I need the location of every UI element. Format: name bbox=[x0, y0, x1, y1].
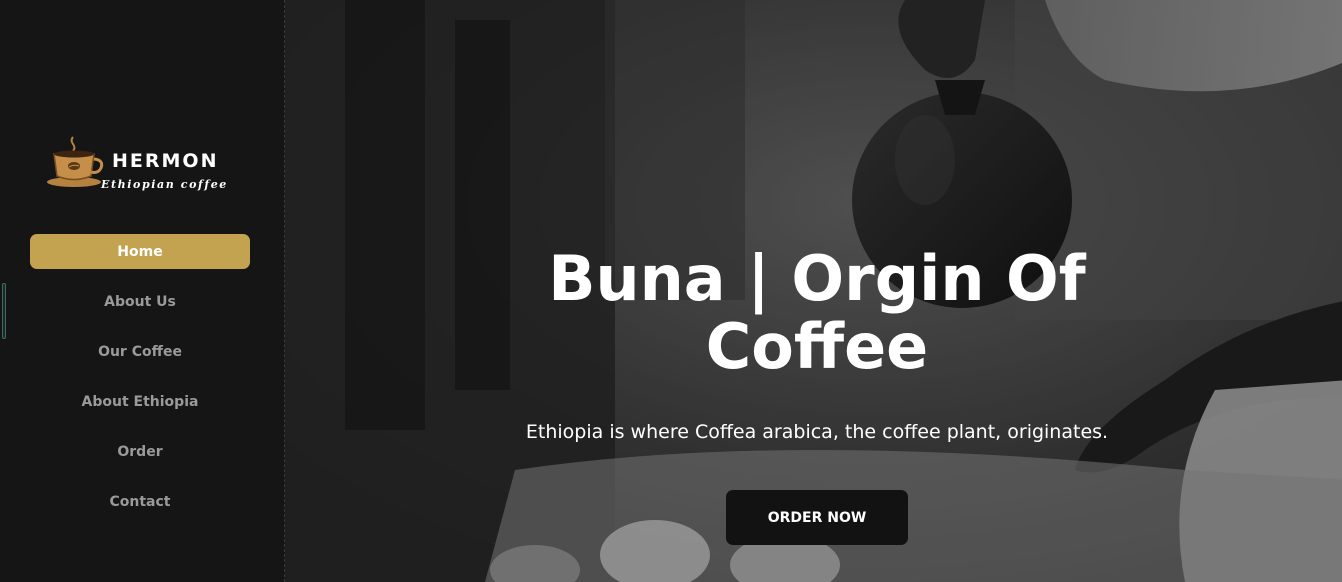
brand-logo[interactable]: HERMON Ethiopian coffee bbox=[46, 135, 246, 197]
nav-item-contact[interactable]: Contact bbox=[30, 484, 250, 519]
nav-item-order[interactable]: Order bbox=[30, 434, 250, 469]
nav-item-home[interactable]: Home bbox=[30, 234, 250, 269]
scroll-handle[interactable] bbox=[2, 283, 6, 339]
brand-name: HERMON bbox=[112, 150, 219, 172]
nav-item-our-coffee[interactable]: Our Coffee bbox=[30, 334, 250, 369]
nav-item-about-us[interactable]: About Us bbox=[30, 284, 250, 319]
coffee-cup-icon bbox=[47, 136, 104, 187]
sidebar: HERMON Ethiopian coffee Home About Us Ou… bbox=[0, 0, 285, 582]
main-nav: Home About Us Our Coffee About Ethiopia … bbox=[30, 234, 250, 534]
hero-section: Buna | Orgin Of Coffee Ethiopia is where… bbox=[285, 0, 1342, 582]
order-now-button[interactable]: ORDER NOW bbox=[726, 490, 908, 545]
nav-item-about-ethiopia[interactable]: About Ethiopia bbox=[30, 384, 250, 419]
brand-tagline: Ethiopian coffee bbox=[101, 178, 228, 191]
hero-subtitle: Ethiopia is where Coffea arabica, the co… bbox=[525, 421, 1109, 443]
hero-title: Buna | Orgin Of Coffee bbox=[548, 242, 1086, 383]
